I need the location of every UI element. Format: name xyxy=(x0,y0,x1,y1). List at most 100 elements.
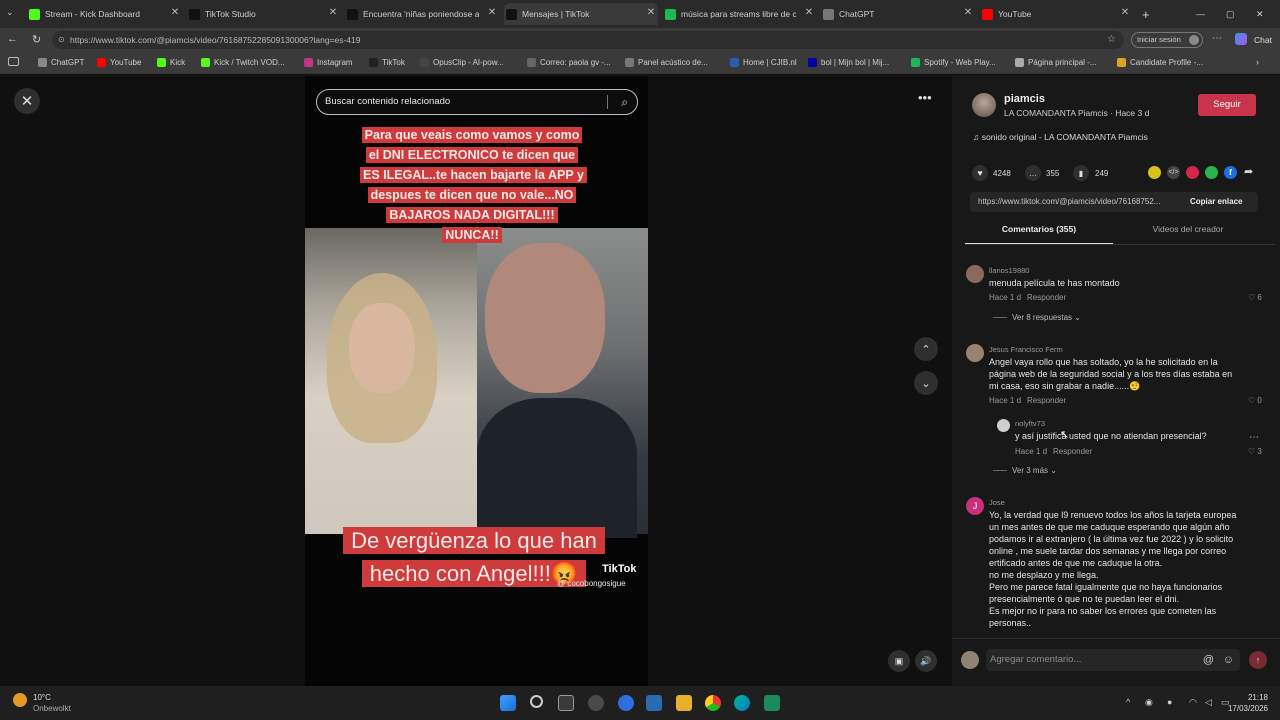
tab-3[interactable]: Mensajes | TikTok ✕ xyxy=(504,3,658,25)
follow-button[interactable]: Seguir xyxy=(1198,94,1256,116)
edge-icon[interactable] xyxy=(734,695,750,711)
tab-1[interactable]: TikTok Studio ✕ xyxy=(187,3,340,25)
whatsapp-icon[interactable] xyxy=(1205,166,1218,179)
task-view-icon[interactable] xyxy=(558,695,574,711)
close-tab-icon[interactable]: ✕ xyxy=(802,7,816,18)
emoji-icon[interactable]: ☺ xyxy=(1223,649,1234,671)
share-arrow-icon[interactable]: ➦ xyxy=(1244,165,1253,178)
reload-icon[interactable]: ↻ xyxy=(32,33,41,46)
clock-time[interactable]: 21:18 xyxy=(1246,693,1268,702)
tray-icon[interactable]: ◉ xyxy=(1145,697,1153,708)
close-tab-icon[interactable]: ✕ xyxy=(961,7,975,18)
close-tab-icon[interactable]: ✕ xyxy=(168,7,182,18)
app-icon[interactable] xyxy=(588,695,604,711)
speaker-icon[interactable]: ◁ xyxy=(1205,697,1212,708)
bookmark-item[interactable]: ChatGPT xyxy=(38,58,84,67)
close-tab-icon[interactable]: ✕ xyxy=(326,7,340,18)
pip-button[interactable]: ▣ xyxy=(888,650,910,672)
close-window-icon[interactable]: ✕ xyxy=(1256,3,1270,25)
embed-icon[interactable]: </> xyxy=(1167,166,1180,179)
minimize-icon[interactable]: — xyxy=(1196,3,1210,25)
tray-chevron-icon[interactable]: ^ xyxy=(1126,697,1130,707)
tab-4[interactable]: música para streams libre de cop ✕ xyxy=(663,3,816,25)
reply-username[interactable]: nolyftv73 xyxy=(1015,419,1045,428)
avatar[interactable] xyxy=(966,265,984,283)
avatar[interactable]: J xyxy=(966,497,984,515)
comment-like[interactable]: ♡ 6 xyxy=(1248,293,1262,302)
bookmark-item[interactable]: OpusClip - AI-pow... xyxy=(420,58,504,67)
bookmark-item[interactable]: Panel acústico de... xyxy=(625,58,708,67)
tab-5[interactable]: ChatGPT ✕ xyxy=(821,3,975,25)
chrome-icon[interactable] xyxy=(705,695,721,711)
comment-username[interactable]: Jesus Francisco Ferm xyxy=(989,345,1063,354)
bookmark-item[interactable]: Correo: paola gv -... xyxy=(527,58,611,67)
copy-link-button[interactable]: Copiar enlace xyxy=(1190,197,1242,206)
close-tab-icon[interactable]: ✕ xyxy=(485,7,499,18)
new-tab-button[interactable]: + xyxy=(1142,3,1158,25)
app-icon[interactable] xyxy=(618,695,634,711)
close-tab-icon[interactable]: ✕ xyxy=(1118,7,1132,18)
close-video-button[interactable]: ✕ xyxy=(14,88,40,114)
comment-like[interactable]: ♡ 0 xyxy=(1248,396,1262,405)
tab-2[interactable]: Encuentra 'niñas poniendose acid ✕ xyxy=(345,3,499,25)
weather-icon[interactable] xyxy=(13,693,27,707)
microphone-icon[interactable]: ● xyxy=(1167,697,1172,707)
store-icon[interactable] xyxy=(646,695,662,711)
bookmark-item[interactable]: bol | Mijn bol | Mij... xyxy=(808,58,889,67)
maximize-icon[interactable]: ▢ xyxy=(1226,3,1240,25)
creator-avatar[interactable] xyxy=(972,93,996,117)
next-video-button[interactable]: ⌄ xyxy=(914,371,938,395)
comment-button[interactable]: … xyxy=(1025,165,1041,181)
view-more-button[interactable]: Ver 3 más ⌄ xyxy=(993,466,1057,475)
like-button[interactable]: ♥ xyxy=(972,165,988,181)
tab-creator-videos[interactable]: Videos del creador xyxy=(1113,224,1263,244)
clock-date[interactable]: 17/03/2026 xyxy=(1222,704,1268,713)
bookmark-item[interactable]: Kick / Twitch VOD... xyxy=(201,58,285,67)
bookmark-star-icon[interactable]: ☆ xyxy=(1107,31,1116,49)
back-icon[interactable]: ← xyxy=(7,33,18,45)
reply-button[interactable]: Responder xyxy=(1027,396,1066,405)
copilot-icon[interactable] xyxy=(1235,33,1247,45)
avatar[interactable] xyxy=(966,344,984,362)
sound-row[interactable]: ♫ sonido original - LA COMANDANTA Piamci… xyxy=(973,132,1148,142)
avatar[interactable] xyxy=(997,419,1010,432)
more-options-icon[interactable]: ⋯ xyxy=(1249,432,1259,443)
mention-icon[interactable]: @ xyxy=(1203,649,1214,671)
url-field[interactable]: ⊙ https://www.tiktok.com/@piamcis/video/… xyxy=(52,31,1124,49)
chat-button[interactable]: Chat xyxy=(1254,35,1272,45)
more-bookmarks-icon[interactable]: › xyxy=(1256,57,1259,67)
search-icon[interactable] xyxy=(530,695,543,708)
repost-icon[interactable] xyxy=(1148,166,1161,179)
bookmark-item[interactable]: Spotify - Web Play... xyxy=(911,58,996,67)
view-replies-button[interactable]: Ver 8 respuestas ⌄ xyxy=(993,313,1081,322)
comment-like[interactable]: ♡ 3 xyxy=(1248,447,1262,456)
creator-username[interactable]: piamcis xyxy=(1004,93,1045,105)
close-tab-icon[interactable]: ✕ xyxy=(644,7,658,18)
bookmark-item[interactable]: Página principal -... xyxy=(1015,58,1096,67)
volume-button[interactable]: 🔊 xyxy=(915,650,937,672)
send-icon[interactable] xyxy=(1186,166,1199,179)
save-button[interactable]: ▮ xyxy=(1073,165,1089,181)
sign-in-button[interactable]: Iniciar sesión xyxy=(1131,32,1203,48)
comment-username[interactable]: Jose xyxy=(989,498,1005,507)
tab-list-icon[interactable]: ⌄ xyxy=(6,7,14,18)
wifi-icon[interactable]: ◠ xyxy=(1189,697,1197,708)
reply-button[interactable]: Responder xyxy=(1027,293,1066,302)
comment-username[interactable]: llanos19880 xyxy=(989,266,1029,275)
post-comment-button[interactable]: ↑ xyxy=(1249,651,1267,669)
file-explorer-icon[interactable] xyxy=(676,695,692,711)
site-info-icon[interactable]: ⊙ xyxy=(58,31,65,49)
bookmark-folder-icon[interactable] xyxy=(8,57,19,66)
tab-0[interactable]: Stream - Kick Dashboard ✕ xyxy=(27,3,182,25)
search-icon[interactable]: ⌕ xyxy=(621,90,628,114)
tab-comments[interactable]: Comentarios (355) xyxy=(965,224,1113,244)
app-icon[interactable] xyxy=(764,695,780,711)
bookmark-item[interactable]: Kick xyxy=(157,58,185,67)
comment-input[interactable]: Agregar comentario... @ ☺ xyxy=(986,649,1240,671)
bookmark-item[interactable]: Home | CJIB.nl xyxy=(730,58,797,67)
facebook-icon[interactable]: f xyxy=(1224,166,1237,179)
bookmark-item[interactable]: TikTok xyxy=(369,58,405,67)
bookmark-item[interactable]: YouTube xyxy=(97,58,141,67)
reply-button[interactable]: Responder xyxy=(1053,447,1092,456)
menu-dots-icon[interactable]: ⋯ xyxy=(1212,33,1222,44)
